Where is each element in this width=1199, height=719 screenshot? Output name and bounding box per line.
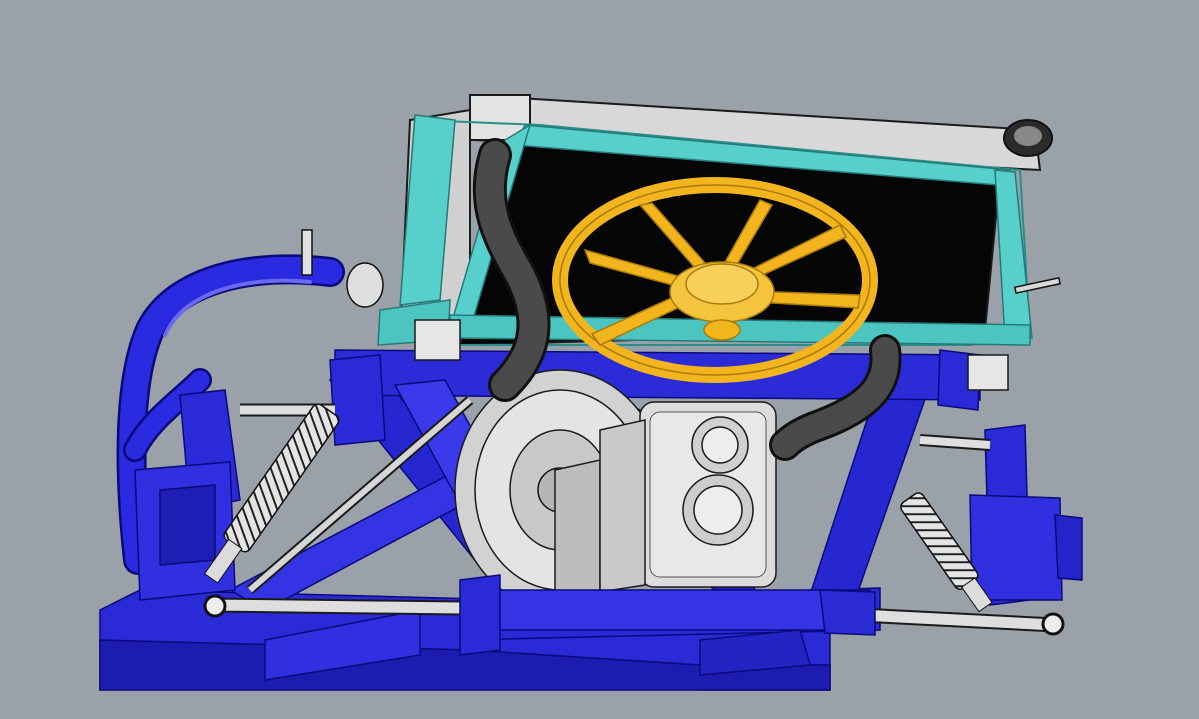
cad-viewport[interactable] <box>0 0 1199 719</box>
radiator-bracket-left <box>414 319 461 361</box>
radiator-assembly[interactable] <box>377 93 1053 391</box>
model-scene[interactable] <box>0 0 1199 719</box>
radiator-cap-icon <box>1003 119 1053 157</box>
radiator-bracket-right <box>967 354 1009 391</box>
engine-block[interactable] <box>454 369 777 611</box>
